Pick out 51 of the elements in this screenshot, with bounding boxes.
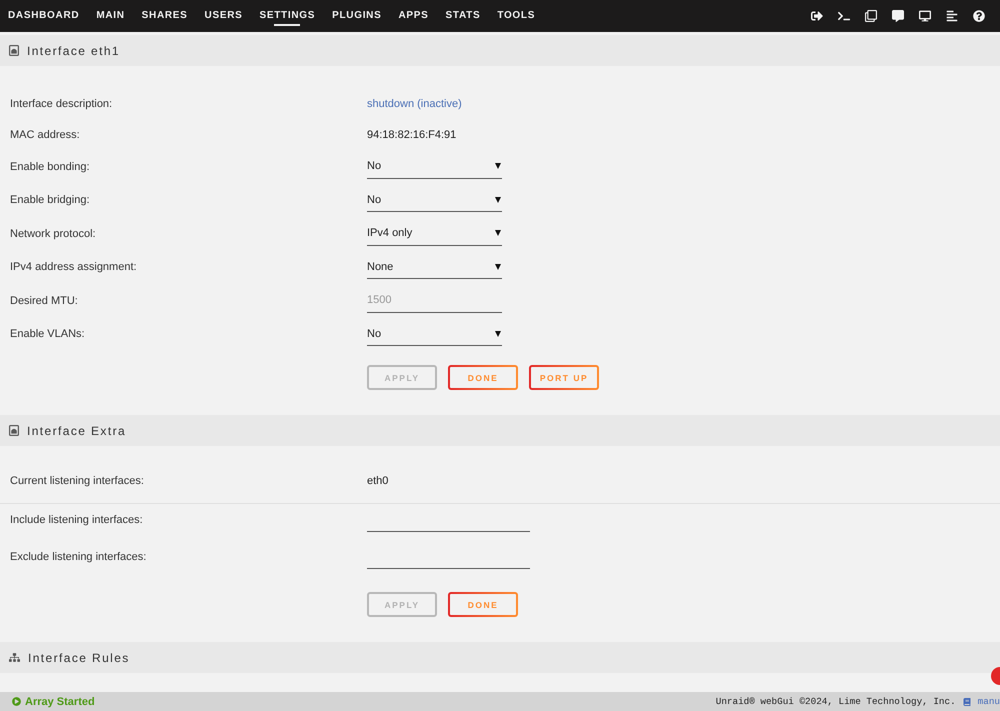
nav-tab[interactable]: PLUGINS (332, 0, 382, 32)
help-icon[interactable] (973, 10, 985, 22)
nav-tab[interactable]: SETTINGS (260, 0, 316, 32)
nav-tab[interactable]: SHARES (142, 0, 188, 32)
dropdown[interactable]: No (367, 188, 502, 212)
comment-icon[interactable] (892, 10, 904, 22)
dropdown[interactable]: No (367, 154, 502, 179)
dropdown[interactable]: None (367, 255, 502, 280)
dropdown[interactable]: IPv4 only (367, 222, 502, 246)
nav-tab[interactable]: APPS (398, 0, 429, 32)
section-title: Interface Rules (28, 650, 130, 664)
field-label: Enable bonding: (10, 160, 90, 175)
field-value: eth0 (367, 474, 388, 488)
nav-tab[interactable]: USERS (204, 0, 242, 32)
sitemap-icon (9, 652, 20, 663)
field-label: Enable VLANs: (10, 327, 85, 342)
network-port-icon (9, 425, 19, 436)
nav-tab[interactable]: STATS (446, 0, 480, 32)
terminal-icon[interactable] (838, 10, 850, 22)
caret-icon (495, 264, 501, 270)
field-label: MAC address: (10, 128, 80, 142)
number-field[interactable]: 1500 (367, 288, 502, 313)
section-title: Interface Extra (27, 424, 126, 438)
status-link[interactable]: shutdown (inactive) (367, 96, 462, 112)
caret-icon (495, 230, 501, 236)
field-label: Interface description: (10, 96, 112, 112)
nav-tab[interactable]: MAIN (96, 0, 125, 32)
field-label: Include listening interfaces: (10, 513, 143, 528)
array-status: Array Started (25, 696, 95, 708)
field-label: IPv4 address assignment: (10, 260, 137, 276)
caret-icon (495, 330, 501, 337)
scroll-top-button[interactable] (991, 667, 1000, 685)
book-icon (962, 698, 971, 706)
clone-icon[interactable] (865, 10, 877, 22)
monitor-icon[interactable] (919, 10, 931, 22)
section-title: Interface eth1 (27, 44, 120, 58)
text-lines-icon[interactable] (946, 10, 958, 22)
field-value: 94:18:82:16:F4:91 (367, 128, 456, 142)
nav-tab[interactable]: TOOLS (497, 0, 536, 32)
caret-icon (495, 163, 501, 170)
field-label: Enable bridging: (10, 193, 90, 208)
field-label: Network protocol: (10, 226, 96, 242)
field-label: Current listening interfaces: (10, 474, 144, 488)
dropdown[interactable]: No (367, 322, 502, 346)
nav-tab[interactable]: DASHBOARD (8, 0, 80, 32)
field-label: Desired MTU: (10, 294, 78, 309)
copyright-text: Unraid® webGui ©2024, Lime Technology, Inc. (716, 696, 956, 707)
network-port-icon (9, 45, 19, 56)
caret-icon (495, 196, 501, 203)
logout-icon[interactable] (811, 10, 823, 22)
field-label: Exclude listening interfaces: (10, 550, 146, 565)
